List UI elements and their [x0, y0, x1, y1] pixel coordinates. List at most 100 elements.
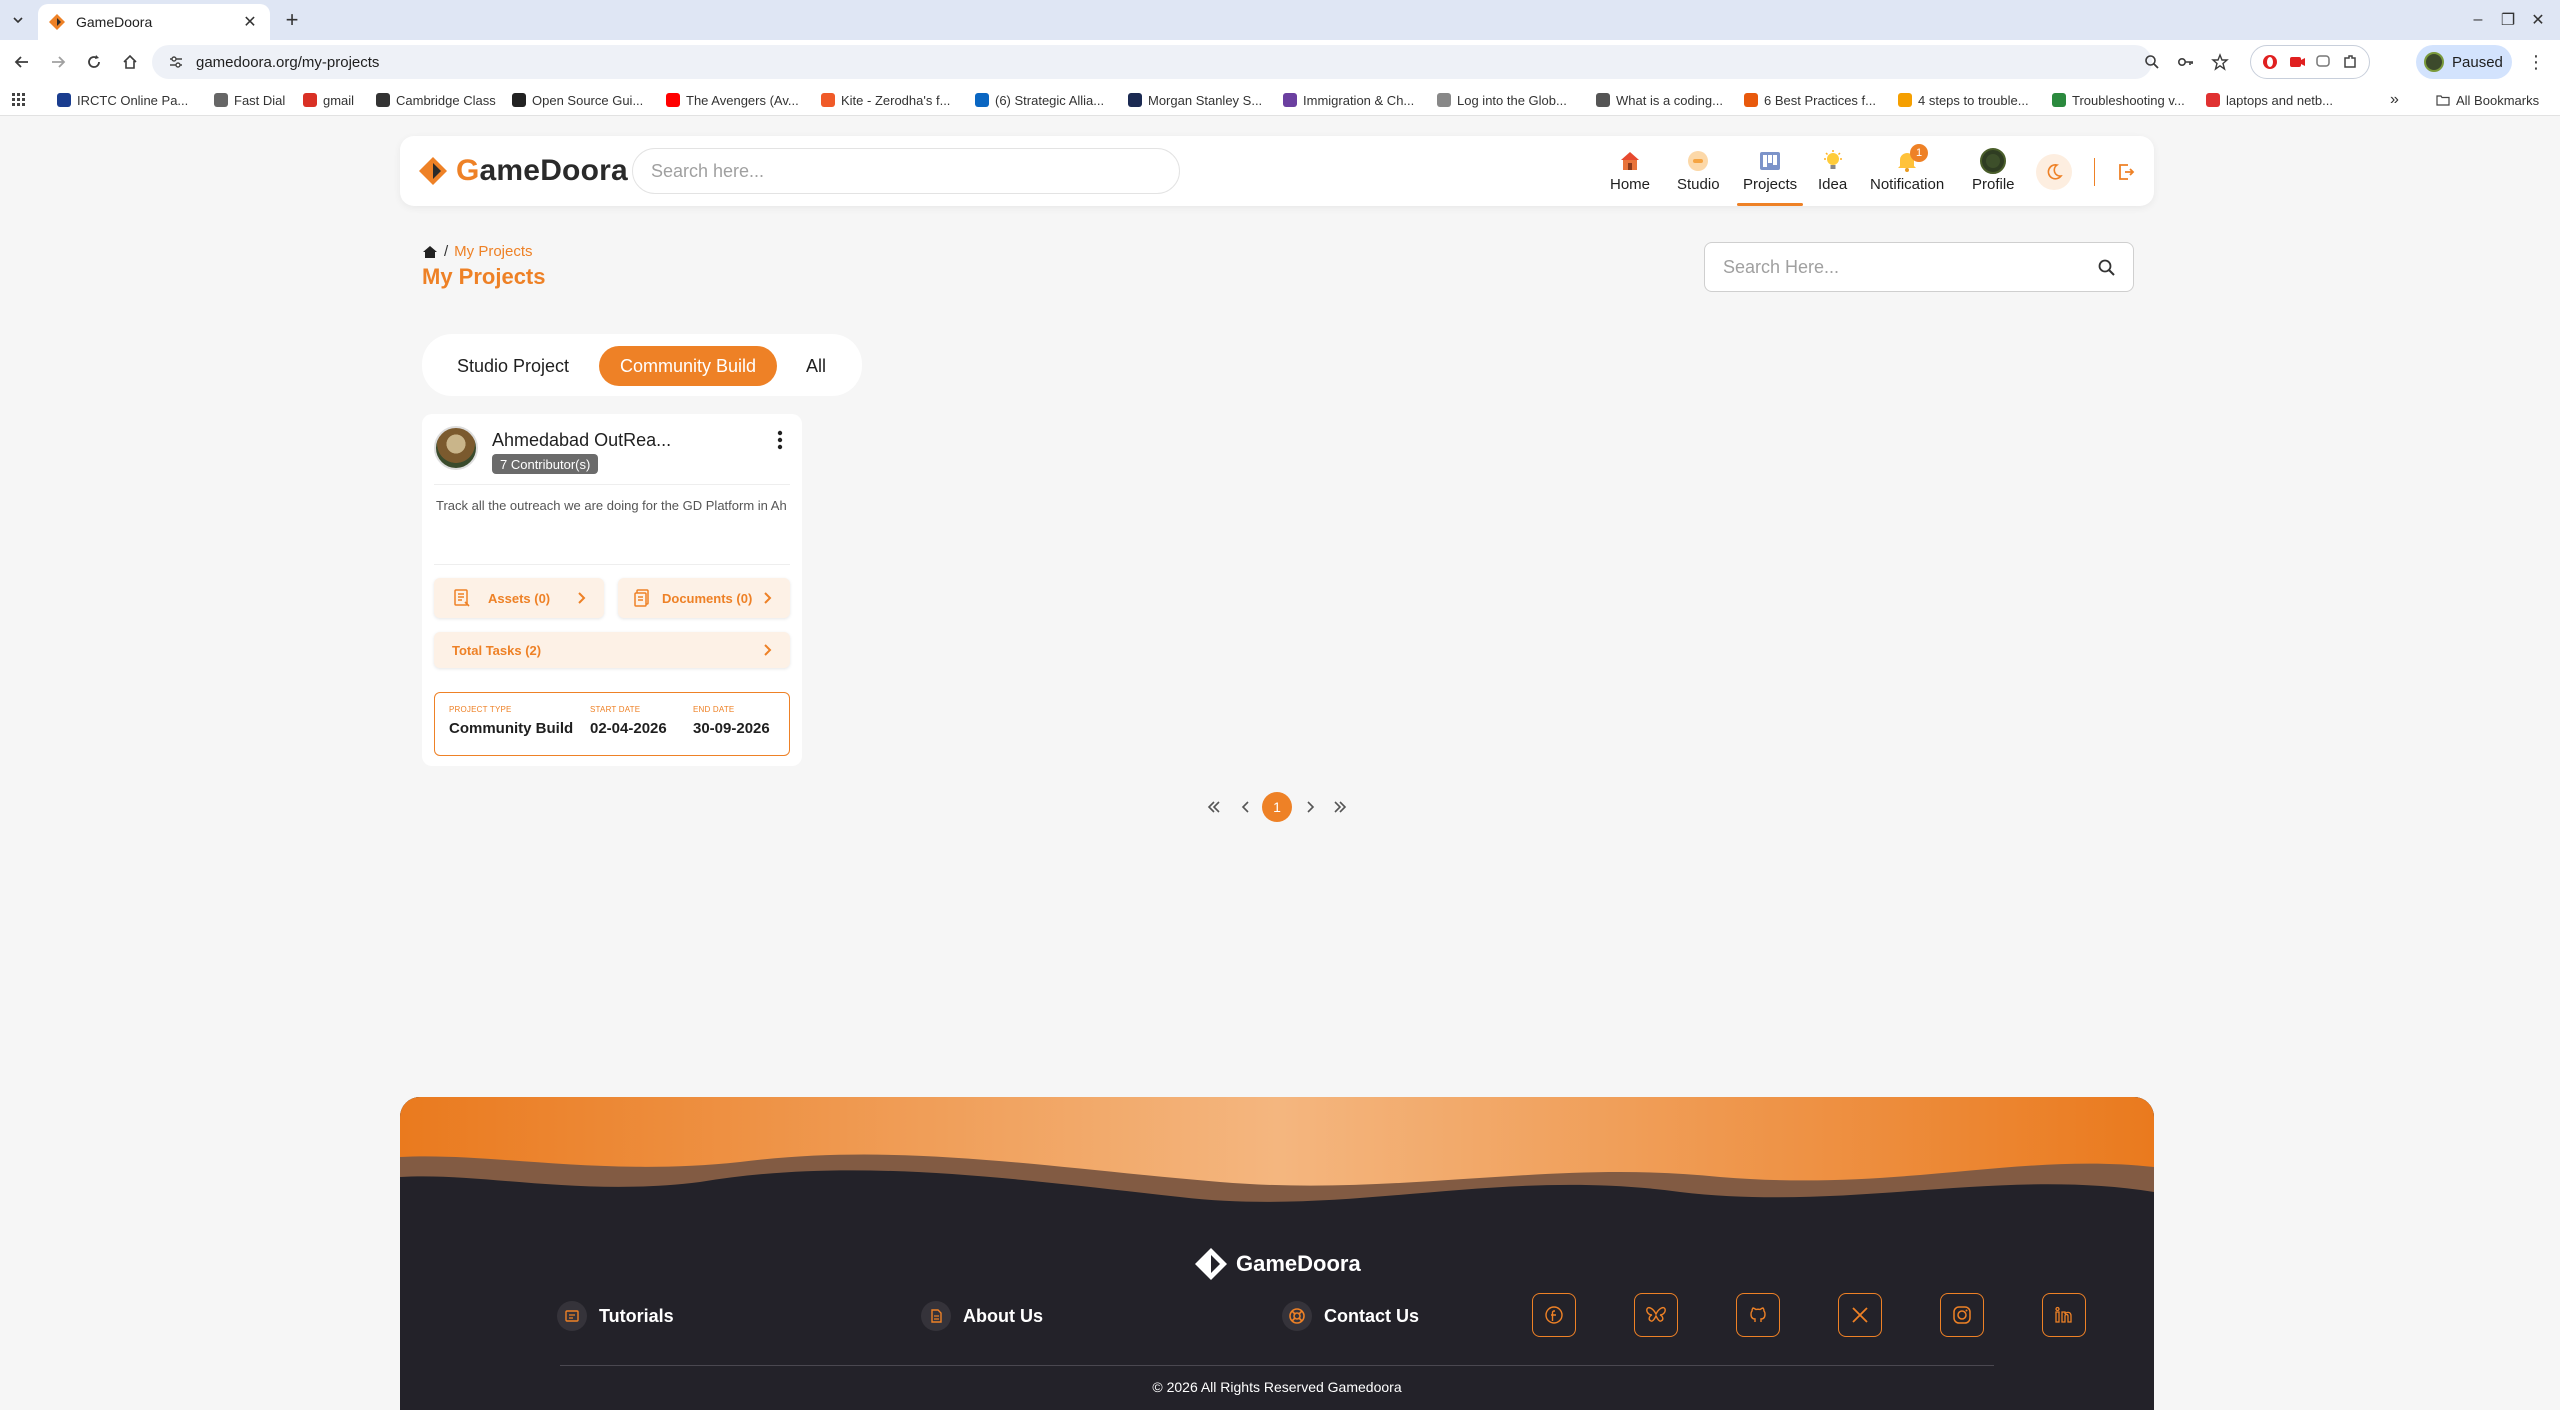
breadcrumb-current[interactable]: My Projects [454, 243, 532, 260]
opera-extension-icon[interactable] [2260, 52, 2280, 72]
breadcrumb-home-icon[interactable] [422, 245, 438, 259]
footer-wave-decoration [400, 1097, 2154, 1247]
record-extension-icon[interactable] [2287, 52, 2307, 72]
github-icon[interactable] [1736, 1293, 1780, 1337]
facebook-icon[interactable] [1532, 1293, 1576, 1337]
forward-icon[interactable] [44, 48, 72, 76]
puzzle-extension-icon[interactable] [2340, 52, 2360, 72]
bookmark-label: Immigration & Ch... [1303, 92, 1415, 108]
nav-home-label: Home [1610, 176, 1651, 193]
project-name[interactable]: Ahmedabad OutRea... [492, 430, 671, 451]
nav-notification[interactable]: 1 Notification [1870, 144, 1944, 202]
bookmark-item[interactable]: Fast Dial [214, 90, 285, 110]
tab-search-icon[interactable] [6, 8, 30, 32]
bookmark-item[interactable]: What is a coding... [1596, 90, 1723, 110]
project-search-input[interactable] [1705, 243, 2133, 291]
bookmark-star-icon[interactable] [2210, 52, 2230, 72]
nav-home[interactable]: Home [1610, 148, 1650, 202]
x-icon[interactable] [1838, 1293, 1882, 1337]
bookmark-item[interactable]: (6) Strategic Allia... [975, 90, 1104, 110]
butterfly-icon[interactable] [1634, 1293, 1678, 1337]
browser-menu-icon[interactable]: ⋮ [2526, 52, 2546, 72]
bell-icon: 1 [1894, 144, 1929, 174]
about-icon [921, 1301, 951, 1331]
close-tab-icon[interactable]: ✕ [240, 12, 260, 32]
assets-button[interactable]: Assets (0) [434, 578, 604, 618]
bookmark-item[interactable]: Immigration & Ch... [1283, 90, 1414, 110]
zoom-icon[interactable] [2142, 52, 2162, 72]
bookmark-item[interactable]: IRCTC Online Pa... [57, 90, 188, 110]
footer-logo[interactable]: GameDoora [1194, 1247, 1361, 1281]
kebab-menu-icon[interactable] [772, 428, 788, 452]
nav-studio[interactable]: Studio [1677, 148, 1720, 202]
last-page-icon[interactable] [1328, 795, 1352, 819]
home-browser-icon[interactable] [116, 48, 144, 76]
bookmark-item[interactable]: Log into the Glob... [1437, 90, 1567, 110]
address-bar[interactable]: gamedoora.org/my-projects [152, 45, 2229, 79]
footer-link-label: Contact Us [1324, 1305, 1420, 1326]
bookmark-item[interactable]: 4 steps to trouble... [1898, 90, 2029, 110]
nav-profile[interactable]: Profile [1972, 148, 2015, 202]
start-date: START DATE 02-04-2026 [590, 705, 667, 737]
bookmark-item[interactable]: laptops and netb... [2206, 90, 2333, 110]
bookmark-item[interactable]: The Avengers (Av... [666, 90, 799, 110]
browser-tab[interactable]: GameDoora ✕ [38, 4, 270, 40]
bookmark-favicon-icon [1744, 93, 1758, 107]
search-icon[interactable] [2097, 258, 2117, 278]
footer: GameDoora Tutorials About Us Contact Us … [400, 1097, 2154, 1410]
first-page-icon[interactable] [1202, 795, 1226, 819]
bookmark-item[interactable]: 6 Best Practices f... [1744, 90, 1876, 110]
gamedoora-logo[interactable]: GameDoora [418, 154, 628, 188]
nav-projects[interactable]: Projects [1736, 148, 1804, 206]
total-tasks-button[interactable]: Total Tasks (2) [434, 632, 790, 668]
linkedin-icon[interactable] [2042, 1293, 2086, 1337]
bookmark-favicon-icon [1128, 93, 1142, 107]
home-icon [1617, 148, 1643, 174]
theme-toggle-button[interactable] [2036, 154, 2072, 190]
bookmark-label: Fast Dial [234, 92, 286, 108]
nav-profile-label: Profile [1972, 176, 2015, 193]
total-tasks-label: Total Tasks (2) [452, 642, 542, 658]
tab-all[interactable]: All [784, 346, 848, 386]
end-date: END DATE 30-09-2026 [693, 705, 770, 737]
bookmark-favicon-icon [376, 93, 390, 107]
bookmark-item[interactable]: Kite - Zerodha's f... [821, 90, 950, 110]
footer-link-tutorials[interactable]: Tutorials [557, 1301, 674, 1331]
nav-idea[interactable]: Idea [1818, 148, 1847, 202]
project-type-label: PROJECT TYPE [449, 705, 512, 714]
footer-link-contact[interactable]: Contact Us [1282, 1301, 1419, 1331]
profile-avatar [2424, 52, 2444, 72]
profile-paused-button[interactable]: Paused [2416, 45, 2512, 79]
reload-icon[interactable] [80, 48, 108, 76]
site-info-icon[interactable] [166, 52, 186, 72]
new-tab-button[interactable]: + [280, 7, 304, 32]
bookmark-label: Morgan Stanley S... [1148, 92, 1263, 108]
card-divider [434, 484, 790, 485]
footer-link-about[interactable]: About Us [921, 1301, 1043, 1331]
close-window-icon[interactable]: ✕ [2520, 6, 2556, 34]
bookmark-item[interactable]: Troubleshooting v... [2052, 90, 2185, 110]
header-search-input[interactable] [632, 148, 1180, 194]
prev-page-icon[interactable] [1234, 795, 1258, 819]
project-search [1704, 242, 2134, 292]
page-number-current[interactable]: 1 [1262, 792, 1292, 822]
instagram-icon[interactable] [1940, 1293, 1984, 1337]
apps-grid-icon[interactable] [12, 90, 26, 110]
next-page-icon[interactable] [1298, 795, 1322, 819]
all-bookmarks[interactable]: All Bookmarks [2436, 90, 2539, 110]
project-card[interactable]: Ahmedabad OutRea... 7 Contributor(s) Tra… [422, 414, 802, 766]
logout-button[interactable] [2112, 158, 2140, 186]
tab-studio-project[interactable]: Studio Project [434, 346, 592, 386]
chat-extension-icon[interactable] [2313, 52, 2333, 72]
tab-community-build[interactable]: Community Build [599, 346, 777, 386]
bookmark-item[interactable]: Open Source Gui... [512, 90, 643, 110]
bookmark-item[interactable]: Cambridge Class [376, 90, 496, 110]
assets-icon [452, 588, 472, 608]
password-key-icon[interactable] [2176, 52, 2196, 72]
brand-name: GameDoora [456, 154, 628, 187]
more-bookmarks-icon[interactable]: » [2390, 90, 2399, 110]
back-icon[interactable] [8, 48, 36, 76]
documents-button[interactable]: Documents (0) [618, 578, 790, 618]
bookmark-item[interactable]: gmail [303, 90, 354, 110]
bookmark-item[interactable]: Morgan Stanley S... [1128, 90, 1262, 110]
